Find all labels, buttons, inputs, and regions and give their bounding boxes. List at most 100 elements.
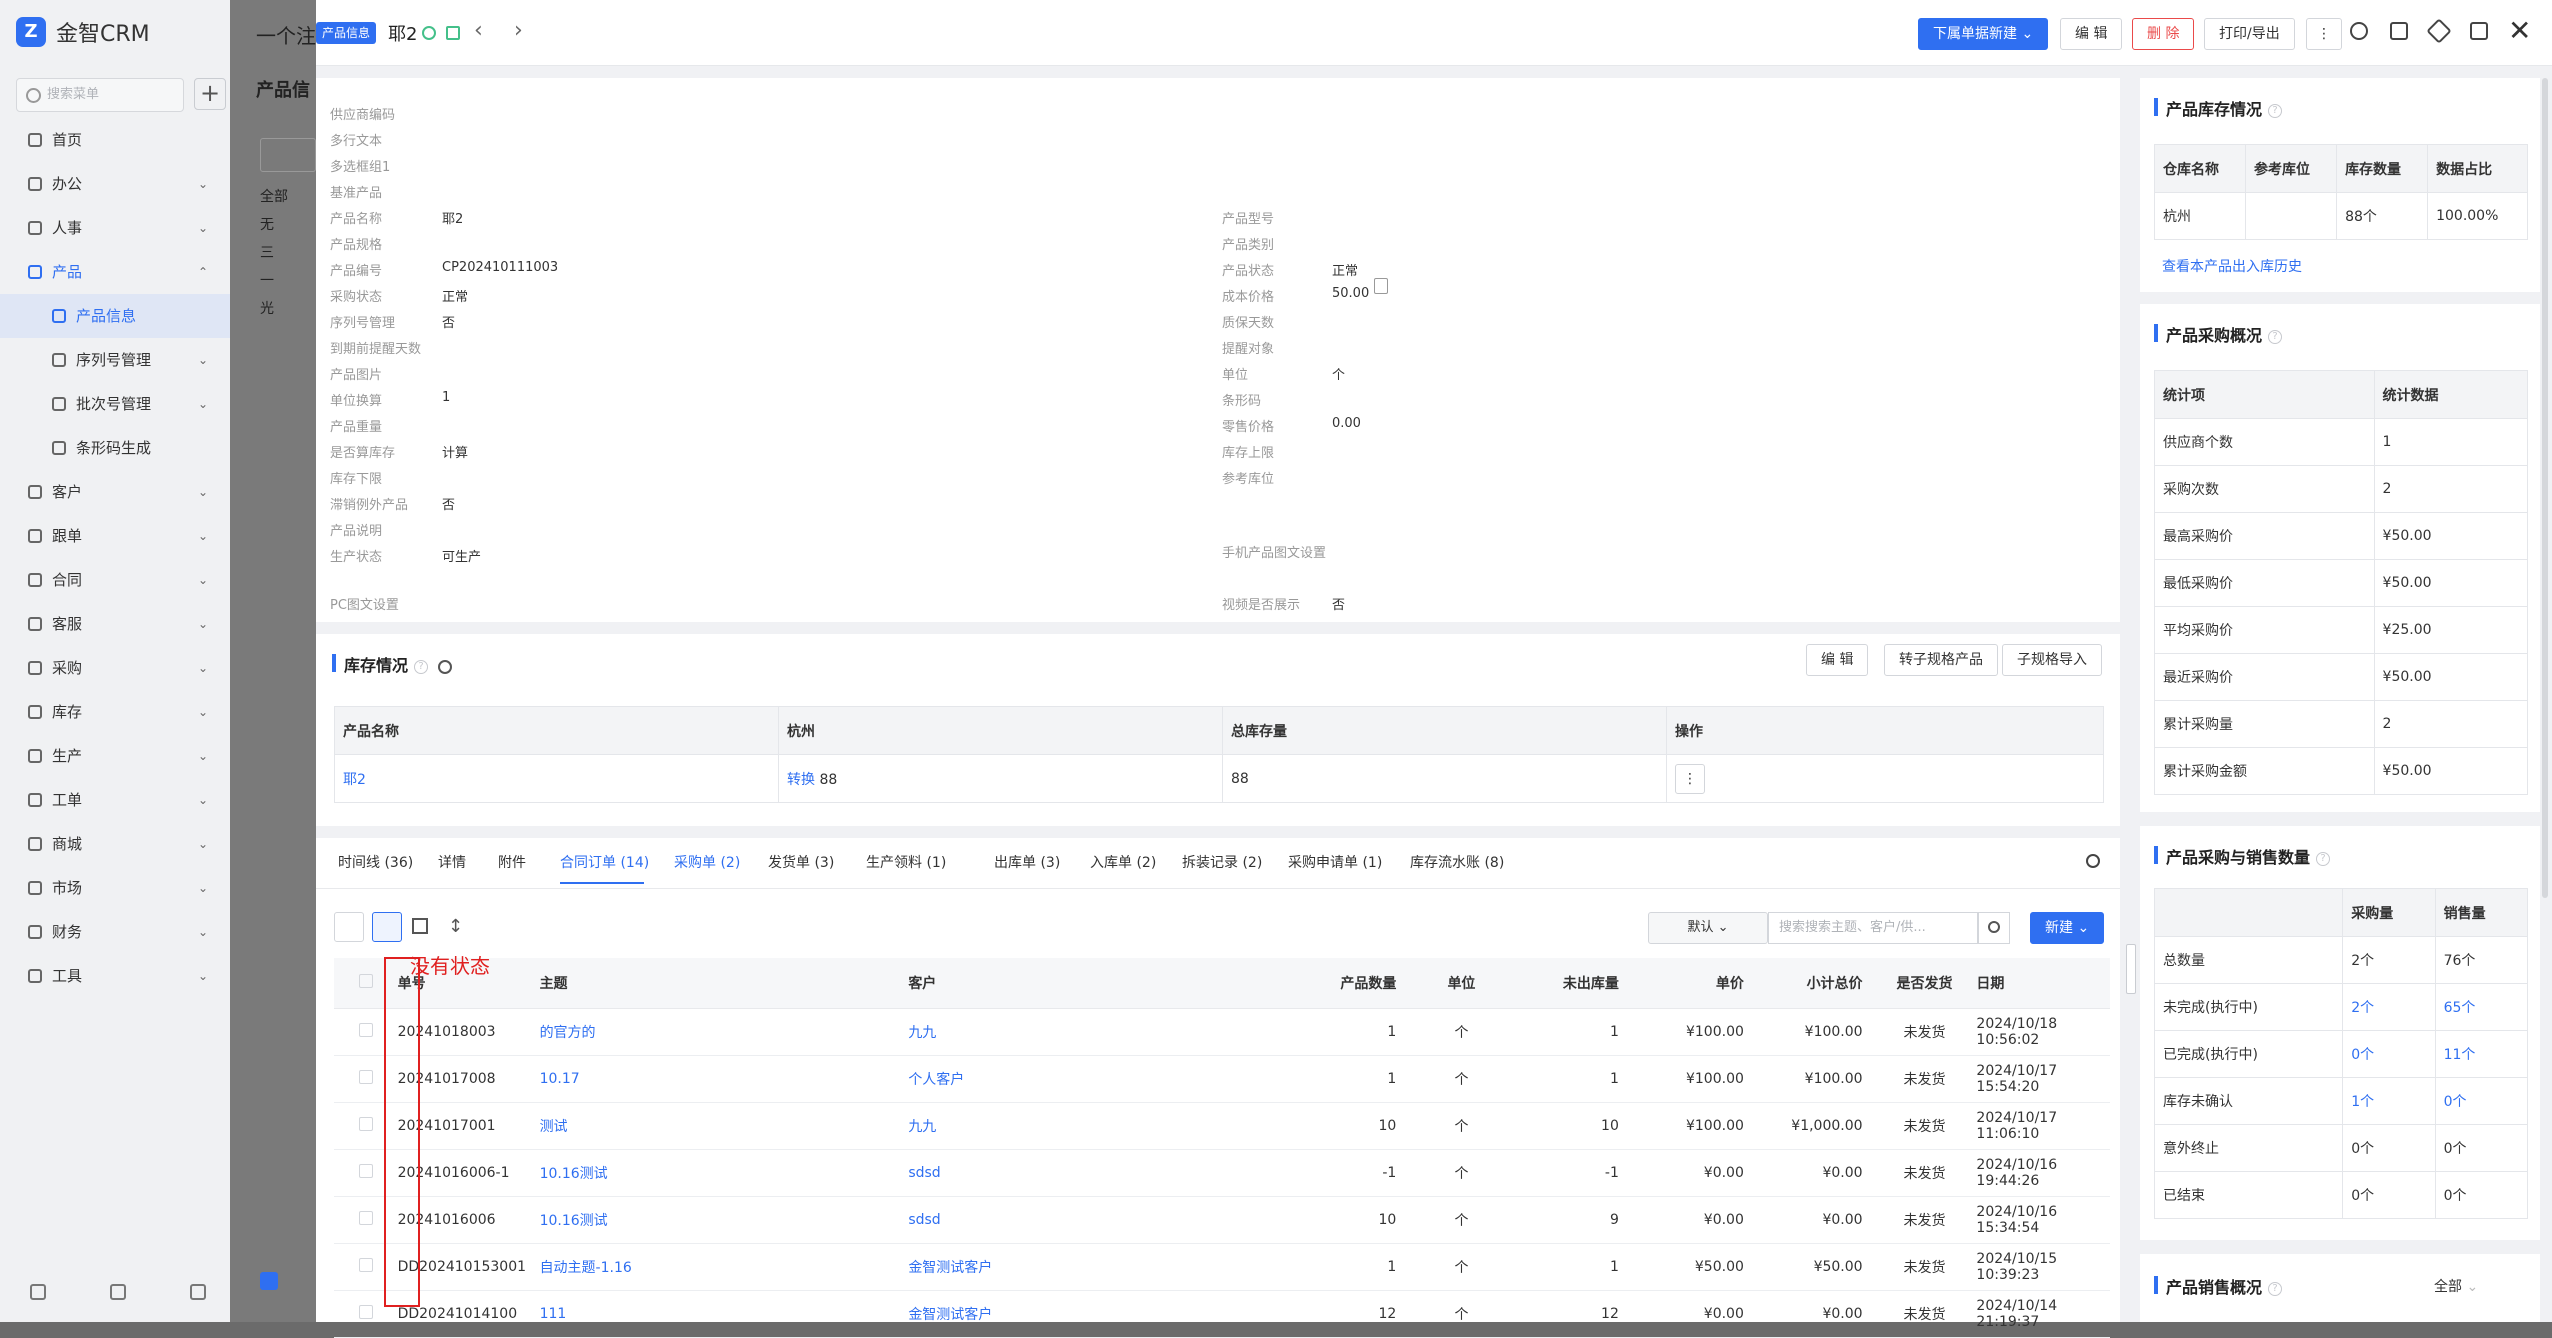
table-cell[interactable]: 10.16测试	[539, 1196, 909, 1244]
table-cell[interactable]: 的官方的	[539, 1008, 909, 1056]
tab[interactable]: 发货单 (3)	[768, 852, 834, 872]
row-height-icon[interactable]: ↕	[448, 916, 463, 937]
close-icon[interactable]: ✕	[2508, 14, 2531, 47]
sidebar-item[interactable]: 产品 ⌃	[0, 250, 230, 294]
stock-history-link[interactable]: 查看本产品出入库历史	[2162, 256, 2302, 276]
stock-edit-button[interactable]: 编 辑	[1806, 644, 1869, 676]
dock-icon[interactable]	[2470, 22, 2488, 40]
table-cell[interactable]: 1个	[2342, 1077, 2436, 1125]
sidebar-item[interactable]: 跟单 ⌄	[0, 514, 230, 558]
table-cell[interactable]: 0个	[2342, 1030, 2436, 1078]
sidebar-item[interactable]: 人事 ⌄	[0, 206, 230, 250]
table-cell[interactable]: 九九	[908, 1008, 1269, 1056]
delete-button[interactable]: 删 除	[2132, 18, 2195, 50]
sidebar-item[interactable]: 客服 ⌄	[0, 602, 230, 646]
tab[interactable]: 拆装记录 (2)	[1182, 852, 1262, 872]
scrollbar[interactable]	[2542, 78, 2548, 898]
truck-icon[interactable]	[446, 26, 460, 40]
table-cell[interactable]: 测试	[539, 1102, 909, 1150]
sales-filter-select[interactable]: 全部 ⌄	[2434, 1276, 2478, 1296]
table-row[interactable]: DD20241014100 111 金智测试客户 12 个 12 ¥0.00 ¥0.00 未发货…	[334, 1290, 2110, 1338]
search-button[interactable]	[1978, 912, 2010, 944]
print-export-button[interactable]: 打印/导出	[2204, 18, 2295, 50]
table-cell[interactable]: 10.17	[539, 1055, 909, 1103]
collapse-icon[interactable]	[190, 1284, 206, 1300]
search-icon[interactable]	[2086, 854, 2100, 868]
tab[interactable]: 出库单 (3)	[994, 852, 1060, 872]
sidebar-item[interactable]: 生产 ⌄	[0, 734, 230, 778]
sub-spec-import-button[interactable]: 子规格导入	[2002, 644, 2102, 676]
gear-icon[interactable]	[438, 659, 453, 674]
tab[interactable]: 时间线 (36)	[338, 852, 413, 872]
sidebar-item[interactable]: 工单 ⌄	[0, 778, 230, 822]
record-search-input[interactable]: 搜索搜索主题、客户/供...	[1768, 912, 1978, 944]
sidebar-item[interactable]: 工具 ⌄	[0, 954, 230, 998]
sidebar-item[interactable]: 办公 ⌄	[0, 162, 230, 206]
table-cell[interactable]: 0个	[2434, 1077, 2529, 1125]
table-cell[interactable]: 10.16测试	[539, 1149, 909, 1197]
sidebar-item[interactable]: 财务 ⌄	[0, 910, 230, 954]
help-icon[interactable]: ?	[414, 659, 429, 674]
table-row[interactable]: DD202410153001 自动主题-1.16 金智测试客户 1 个 1 ¥50.00 ¥5…	[334, 1243, 2110, 1291]
table-cell[interactable]: 金智测试客户	[908, 1243, 1269, 1291]
tree-item[interactable]: 全部	[260, 186, 288, 206]
tree-item[interactable]: 无	[260, 214, 274, 234]
table-cell[interactable]: 65个	[2434, 983, 2529, 1031]
sidebar-item[interactable]: 首页	[0, 118, 230, 162]
add-button[interactable]: +	[194, 78, 226, 110]
table-row[interactable]: 20241017008 10.17 个人客户 1 个 1 ¥100.00 ¥100.00 未发货…	[334, 1055, 2110, 1103]
panel-search[interactable]	[260, 138, 316, 172]
convert-link[interactable]: 转换	[787, 772, 815, 788]
sidebar-item[interactable]: 商城 ⌄	[0, 822, 230, 866]
new-record-button[interactable]: 新建 ⌄	[2030, 912, 2105, 944]
convert-sub-spec-button[interactable]: 转子规格产品	[1884, 644, 1998, 676]
sidebar-item[interactable]: 条形码生成	[0, 426, 230, 470]
more-button[interactable]: ⋮	[2306, 18, 2342, 50]
tab[interactable]: 生产领料 (1)	[866, 852, 946, 872]
table-cell[interactable]: 自动主题-1.16	[539, 1243, 909, 1291]
sidebar-item[interactable]: 序列号管理 ⌄	[0, 338, 230, 382]
table-cell[interactable]: 2个	[2342, 983, 2436, 1031]
sidebar-item[interactable]: 市场 ⌄	[0, 866, 230, 910]
list-view-icon[interactable]	[372, 912, 402, 942]
calculator-icon[interactable]	[1374, 278, 1388, 294]
sidebar-item[interactable]: 客户 ⌄	[0, 470, 230, 514]
table-cell[interactable]: sdsd	[908, 1196, 1269, 1244]
tab[interactable]: 库存流水账 (8)	[1410, 852, 1504, 872]
view-select[interactable]: 默认 ⌄	[1648, 912, 1768, 944]
edit-button[interactable]: 编 辑	[2060, 18, 2123, 50]
panel-toggle-handle[interactable]	[2126, 944, 2136, 994]
sidebar-item[interactable]: 采购 ⌄	[0, 646, 230, 690]
table-row[interactable]: 20241017001 测试 九九 10 个 10 ¥100.00 ¥1,000.00 未发货 2…	[334, 1102, 2110, 1150]
expand-icon[interactable]	[412, 918, 428, 934]
prev-arrow-icon[interactable]: ‹	[474, 18, 483, 43]
fullscreen-icon[interactable]	[2390, 22, 2408, 40]
tab[interactable]: 附件	[498, 852, 526, 872]
tab[interactable]: 入库单 (2)	[1090, 852, 1156, 872]
menu-search-input[interactable]: 搜索菜单	[16, 78, 184, 112]
tree-item[interactable]: 三	[260, 242, 274, 262]
table-row[interactable]: 20241018003 的官方的 九九 1 个 1 ¥100.00 ¥100.00 未发货 202…	[334, 1008, 2110, 1056]
table-cell[interactable]: 九九	[908, 1102, 1269, 1150]
table-cell[interactable]: 11个	[2434, 1030, 2529, 1078]
refresh-icon[interactable]	[2350, 22, 2368, 40]
table-cell[interactable]: 个人客户	[908, 1055, 1269, 1103]
next-arrow-icon[interactable]: ›	[514, 18, 523, 43]
product-link[interactable]: 耶2	[343, 772, 366, 788]
cube-icon[interactable]	[422, 26, 436, 40]
column-config-icon[interactable]	[334, 912, 364, 942]
table-cell[interactable]: sdsd	[908, 1149, 1269, 1197]
tab[interactable]: 采购申请单 (1)	[1288, 852, 1382, 872]
tab[interactable]: 合同订单 (14)	[560, 852, 649, 872]
settings-icon[interactable]	[110, 1284, 126, 1300]
tab[interactable]: 详情	[438, 852, 466, 872]
tree-item[interactable]: 光	[260, 298, 274, 318]
row-actions-button[interactable]: ⋮	[1675, 763, 1705, 794]
sidebar-item[interactable]: 合同 ⌄	[0, 558, 230, 602]
history-icon[interactable]	[30, 1284, 46, 1300]
tab[interactable]: 采购单 (2)	[674, 852, 740, 872]
new-sub-document-button[interactable]: 下属单据新建 ⌄	[1918, 18, 2049, 50]
link-icon[interactable]	[2426, 18, 2452, 44]
table-row[interactable]: 20241016006-1 10.16测试 sdsd -1 个 -1 ¥0.00 ¥0.00 未…	[334, 1149, 2110, 1197]
table-row[interactable]: 20241016006 10.16测试 sdsd 10 个 9 ¥0.00 ¥0.00 未发货 2…	[334, 1196, 2110, 1244]
